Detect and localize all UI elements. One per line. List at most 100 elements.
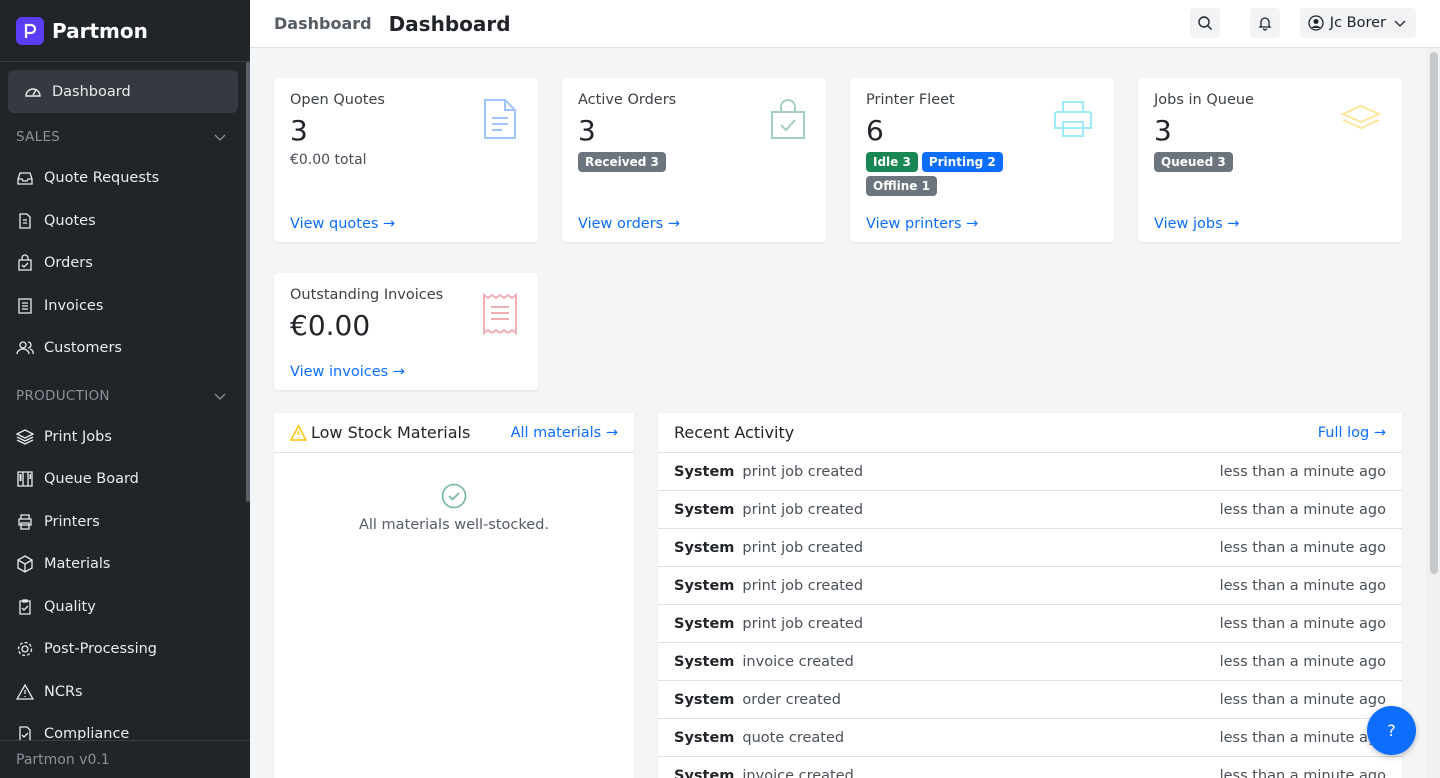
activity-time: less than a minute ago bbox=[1219, 653, 1386, 670]
status-badges: Idle 3 Printing 2 Offline 1 bbox=[866, 152, 1066, 200]
sidebar-item-post-processing[interactable]: Post-Processing bbox=[0, 628, 246, 671]
view-quotes-link[interactable]: View quotes → bbox=[290, 216, 395, 232]
activity-time: less than a minute ago bbox=[1219, 501, 1386, 518]
chevron-down-icon bbox=[214, 134, 226, 141]
partmon-logo-icon bbox=[16, 16, 44, 45]
stat-card-jobs-in-queue: Jobs in Queue 3 Queued 3 View jobs → bbox=[1138, 78, 1402, 242]
app-version: Partmon v0.1 bbox=[0, 740, 250, 778]
stat-card-open-quotes: Open Quotes 3 €0.00 total View quotes → bbox=[274, 78, 538, 242]
view-jobs-link[interactable]: View jobs → bbox=[1154, 216, 1239, 232]
sidebar-item-printers[interactable]: Printers bbox=[0, 501, 246, 544]
activity-message: print job created bbox=[742, 577, 864, 594]
bag-check-icon bbox=[771, 99, 805, 139]
search-icon bbox=[1198, 16, 1212, 30]
activity-time: less than a minute ago bbox=[1219, 463, 1386, 480]
status-badge: Idle 3 bbox=[866, 152, 918, 172]
activity-row: System quote created less than a minute ag… bbox=[658, 719, 1402, 757]
stat-value: €0.00 bbox=[290, 309, 371, 342]
section-label: SALES bbox=[16, 129, 61, 145]
activity-message: order created bbox=[742, 691, 841, 708]
panel-title-text: Low Stock Materials bbox=[311, 423, 471, 442]
stat-value: 3 bbox=[578, 114, 596, 147]
sidebar-item-customers[interactable]: Customers bbox=[0, 327, 246, 370]
receipt-icon bbox=[483, 293, 517, 335]
sidebar-nav: Dashboard SALES Quote Requests Quotes Or… bbox=[0, 62, 246, 740]
stat-label: Outstanding Invoices bbox=[290, 287, 444, 303]
activity-row: System print job created less than a minut… bbox=[658, 567, 1402, 605]
activity-message: print job created bbox=[742, 463, 864, 480]
activity-row: System print job created less than a minut… bbox=[658, 605, 1402, 643]
notifications-button[interactable] bbox=[1249, 8, 1280, 38]
document-check-icon bbox=[19, 726, 31, 740]
sidebar-item-invoices[interactable]: Invoices bbox=[0, 285, 246, 328]
sidebar: Partmon Dashboard SALES Quote Requests Q… bbox=[0, 0, 250, 778]
sidebar-item-orders[interactable]: Orders bbox=[0, 242, 246, 285]
topbar: Dashboard Dashboard Jc Borer bbox=[250, 0, 1440, 48]
activity-actor: System bbox=[674, 767, 735, 778]
user-name: Jc Borer bbox=[1329, 15, 1386, 31]
section-label: PRODUCTION bbox=[16, 387, 110, 404]
brand[interactable]: Partmon bbox=[0, 0, 250, 62]
gear-icon bbox=[17, 642, 33, 657]
activity-row: System print job created less than a minut… bbox=[658, 529, 1402, 567]
activity-row: System print job created less than a minut… bbox=[658, 491, 1402, 529]
topbar-actions: Jc Borer bbox=[1160, 8, 1416, 38]
sidebar-section-sales[interactable]: SALES bbox=[0, 117, 246, 157]
sidebar-item-print-jobs[interactable]: Print Jobs bbox=[0, 416, 246, 459]
view-orders-link[interactable]: View orders → bbox=[578, 216, 680, 232]
chevron-down-icon bbox=[214, 393, 226, 400]
check-circle-icon bbox=[441, 483, 467, 509]
stat-value: 6 bbox=[866, 114, 884, 147]
activity-actor: System bbox=[674, 691, 735, 708]
activity-actor: System bbox=[674, 653, 735, 670]
inbox-icon bbox=[17, 172, 33, 185]
user-circle-icon bbox=[1308, 15, 1324, 31]
sidebar-section-production[interactable]: PRODUCTION bbox=[0, 376, 246, 416]
full-log-link[interactable]: Full log → bbox=[1318, 425, 1386, 441]
sidebar-item-dashboard[interactable]: Dashboard bbox=[8, 70, 238, 113]
user-menu-button[interactable]: Jc Borer bbox=[1299, 8, 1416, 38]
gauge-icon bbox=[25, 87, 41, 97]
status-badge: Offline 1 bbox=[866, 176, 937, 196]
main-scrollbar-thumb[interactable] bbox=[1430, 52, 1438, 574]
activity-message: invoice created bbox=[742, 767, 854, 778]
activity-message: print job created bbox=[742, 501, 864, 518]
printer-icon bbox=[1054, 101, 1092, 137]
printer-icon bbox=[18, 514, 32, 530]
sidebar-item-label: Compliance bbox=[44, 726, 130, 740]
status-badges: Queued 3 bbox=[1154, 152, 1354, 176]
view-printers-link[interactable]: View printers → bbox=[866, 216, 978, 232]
activity-actor: System bbox=[674, 615, 735, 632]
breadcrumb[interactable]: Dashboard bbox=[274, 14, 372, 33]
panel-title: Low Stock Materials bbox=[290, 423, 470, 442]
page-title: Dashboard bbox=[388, 11, 511, 36]
all-materials-link[interactable]: All materials → bbox=[511, 425, 618, 441]
sidebar-item-quality[interactable]: Quality bbox=[0, 586, 246, 629]
help-button[interactable]: ? bbox=[1367, 706, 1416, 755]
stat-label: Open Quotes bbox=[290, 92, 385, 108]
activity-time: less than a minute ago bbox=[1219, 577, 1386, 594]
view-invoices-link[interactable]: View invoices → bbox=[290, 364, 405, 380]
sidebar-item-quote-requests[interactable]: Quote Requests bbox=[0, 157, 246, 200]
status-badges: Received 3 bbox=[578, 152, 778, 176]
sidebar-item-label: Orders bbox=[44, 255, 93, 272]
document-icon bbox=[484, 99, 516, 139]
box-icon bbox=[17, 555, 33, 573]
sidebar-item-queue-board[interactable]: Queue Board bbox=[0, 458, 246, 501]
brand-name: Partmon bbox=[52, 18, 148, 43]
sidebar-item-label: Quality bbox=[44, 598, 96, 615]
clipboard-check-icon bbox=[19, 599, 31, 615]
sidebar-item-label: Customers bbox=[44, 340, 122, 357]
sidebar-item-quotes[interactable]: Quotes bbox=[0, 200, 246, 243]
search-button[interactable] bbox=[1189, 8, 1220, 38]
sidebar-item-label: Dashboard bbox=[52, 83, 131, 100]
sidebar-item-label: Quote Requests bbox=[44, 170, 160, 187]
sidebar-item-compliance[interactable]: Compliance bbox=[0, 713, 246, 740]
sidebar-item-materials[interactable]: Materials bbox=[0, 543, 246, 586]
activity-time: less than a minute ago bbox=[1219, 767, 1386, 778]
sidebar-item-ncrs[interactable]: NCRs bbox=[0, 671, 246, 714]
activity-time: less than a minute ago bbox=[1219, 691, 1386, 708]
activity-time: less than a minute ago bbox=[1219, 539, 1386, 556]
activity-row: System invoice created less than a minute … bbox=[658, 643, 1402, 681]
panel-title: Recent Activity bbox=[674, 423, 795, 442]
